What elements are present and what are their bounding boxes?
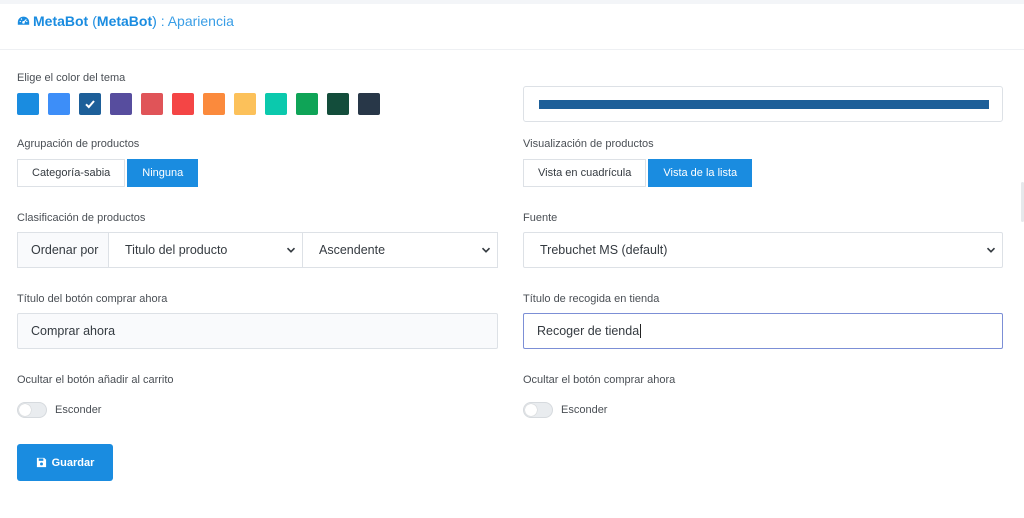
- theme-color-swatch[interactable]: [358, 93, 380, 115]
- display-option-grid[interactable]: Vista en cuadrícula: [523, 159, 647, 187]
- theme-color-swatch[interactable]: [203, 93, 225, 115]
- save-button[interactable]: Guardar: [17, 444, 113, 481]
- pickup-title-label: Título de recogida en tienda: [523, 293, 660, 305]
- sort-order-select[interactable]: Ascendente: [303, 232, 498, 268]
- save-floppy-icon: [36, 457, 46, 468]
- buy-now-title-input[interactable]: Comprar ahora: [17, 313, 498, 349]
- product-display-options: Vista en cuadrícula Vista de la lista: [523, 159, 753, 187]
- product-sorting-label: Clasificación de productos: [17, 212, 146, 224]
- display-option-list[interactable]: Vista de la lista: [648, 159, 753, 187]
- product-display-label: Visualización de productos: [523, 138, 654, 150]
- text-cursor: [640, 324, 642, 338]
- grouping-option-category[interactable]: Categoría-sabia: [17, 159, 126, 187]
- pickup-title-input[interactable]: Recoger de tienda: [523, 313, 1003, 349]
- chevron-down-icon: [286, 247, 296, 253]
- save-button-label: Guardar: [51, 456, 95, 469]
- theme-color-label: Elige el color del tema: [17, 72, 126, 84]
- pickup-title-value: Recoger de tienda: [537, 324, 640, 338]
- theme-color-swatch[interactable]: [110, 93, 132, 115]
- sort-field-value: Titulo del producto: [125, 243, 228, 257]
- page-header: MetaBot ( MetaBot ) : Apariencia: [0, 4, 1024, 50]
- theme-color-swatch[interactable]: [141, 93, 163, 115]
- sort-by-text: Ordenar por: [31, 243, 99, 257]
- store-name: MetaBot: [33, 13, 89, 29]
- theme-color-swatch[interactable]: [296, 93, 318, 115]
- dashboard-gauge-icon: [17, 15, 30, 28]
- hide-cart-label: Ocultar el botón añadir al carrito: [17, 374, 174, 386]
- grouping-option-none[interactable]: Ninguna: [127, 159, 199, 187]
- product-grouping-label: Agrupación de productos: [17, 138, 140, 150]
- theme-color-preview: [523, 86, 1003, 122]
- buy-now-title-label: Título del botón comprar ahora: [17, 293, 168, 305]
- chevron-down-icon: [481, 247, 491, 253]
- sort-field-select[interactable]: Titulo del producto: [109, 232, 303, 268]
- theme-color-swatch[interactable]: [265, 93, 287, 115]
- chevron-down-icon: [986, 247, 996, 253]
- theme-color-swatch[interactable]: [48, 93, 70, 115]
- bot-name: MetaBot: [96, 13, 153, 29]
- check-icon: [85, 100, 95, 109]
- page-title: MetaBot ( MetaBot ) : Apariencia: [17, 13, 234, 29]
- hide-cart-toggle[interactable]: [17, 402, 47, 418]
- theme-color-swatch[interactable]: [234, 93, 256, 115]
- sort-by-addon: Ordenar por: [17, 232, 109, 268]
- toggle-knob: [525, 404, 537, 416]
- font-select-value: Trebuchet MS (default): [540, 243, 668, 257]
- hide-buy-now-toggle[interactable]: [523, 402, 553, 418]
- theme-color-swatch[interactable]: [327, 93, 349, 115]
- theme-color-swatch[interactable]: [17, 93, 39, 115]
- hide-buy-now-label: Ocultar el botón comprar ahora: [523, 374, 676, 386]
- font-label: Fuente: [523, 212, 558, 224]
- buy-now-title-value: Comprar ahora: [31, 324, 116, 338]
- toggle-knob: [19, 404, 31, 416]
- section-name: : Apariencia: [156, 13, 234, 29]
- hide-cart-toggle-label: Esconder: [55, 404, 102, 416]
- product-grouping-options: Categoría-sabia Ninguna: [17, 159, 199, 187]
- hide-buy-now-toggle-label: Esconder: [561, 404, 608, 416]
- theme-color-preview-bar: [539, 100, 989, 109]
- font-select[interactable]: Trebuchet MS (default): [523, 232, 1003, 268]
- theme-color-swatch[interactable]: [79, 93, 101, 115]
- sort-order-value: Ascendente: [319, 243, 386, 257]
- theme-color-swatch[interactable]: [172, 93, 194, 115]
